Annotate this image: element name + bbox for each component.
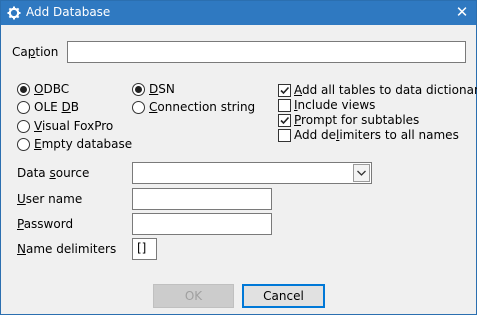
checkmark-icon [280, 86, 290, 95]
dsn-post: SN [158, 82, 175, 96]
opt2-accel: P [294, 113, 302, 127]
radio-ole-db[interactable] [17, 101, 30, 114]
ds-pre: Data [17, 166, 50, 180]
checkmark-icon [280, 116, 290, 125]
radio-connection-string-label: Connection string [149, 100, 255, 114]
checkbox-include-views[interactable] [278, 99, 291, 112]
caption-label: Caption [12, 45, 58, 59]
pw-post: assword [23, 217, 74, 231]
opt3-post: imiters to all names [339, 128, 459, 142]
opt2-post: rompt for subtables [301, 113, 420, 127]
dsn-accel: D [149, 82, 159, 96]
name-delimiters-label: Name delimiters [17, 242, 116, 256]
gear-icon [7, 6, 21, 20]
checkbox-prompt-subtables-label: Prompt for subtables [294, 113, 419, 127]
oledb-pre: OLE [34, 100, 62, 114]
radio-visual-foxpro[interactable] [17, 120, 30, 133]
radio-odbc[interactable] [17, 83, 30, 96]
oledb-post: B [70, 100, 80, 114]
window-title: Add Database [26, 5, 111, 19]
radio-dsn[interactable] [132, 83, 145, 96]
checkbox-prompt-subtables[interactable] [278, 114, 291, 127]
nd-post: ame delimiters [25, 242, 117, 256]
un-accel: U [17, 192, 26, 206]
vfp-accel: V [34, 119, 42, 133]
pw-accel: P [17, 217, 24, 231]
radio-odbc-label: ODBC [34, 82, 69, 96]
password-label: Password [17, 217, 73, 231]
connstr-post: onnection string [157, 100, 256, 114]
radio-dsn-label: DSN [149, 82, 175, 96]
dropdown-button[interactable] [353, 164, 370, 182]
caption-input[interactable] [67, 41, 466, 63]
checkbox-include-views-label: Include views [294, 98, 375, 112]
password-input[interactable] [132, 213, 272, 235]
ok-button[interactable]: OK [153, 284, 234, 308]
vfp-post: isual FoxPro [41, 119, 114, 133]
opt3-pre: Add de [294, 128, 337, 142]
radio-empty-database-label: Empty database [34, 137, 132, 151]
opt0-post: dd all tables to data dictionary [302, 83, 477, 97]
radio-visual-foxpro-label: Visual FoxPro [34, 119, 113, 133]
user-name-label: User name [17, 192, 82, 206]
chevron-down-icon [357, 170, 366, 176]
radio-empty-database[interactable] [17, 138, 30, 151]
title-bar: Add Database ✕ [1, 1, 476, 25]
checkbox-add-delimiters[interactable] [278, 129, 291, 142]
data-source-label: Data source [17, 166, 89, 180]
caption-label-text-b: tion [35, 45, 59, 59]
checkbox-add-all-tables[interactable] [278, 84, 291, 97]
checkbox-add-delimiters-label: Add delimiters to all names [294, 128, 459, 142]
user-name-input[interactable] [132, 188, 272, 210]
un-post: ser name [25, 192, 83, 206]
opt1-post: nclude views [297, 98, 376, 112]
data-source-combobox[interactable] [132, 162, 372, 184]
add-database-dialog: Add Database ✕ Caption ODBC OLE DB Visua… [0, 0, 477, 315]
empty-accel: E [34, 137, 42, 151]
empty-post: mpty database [41, 137, 133, 151]
odbc-post: DBC [43, 82, 70, 96]
ds-post: ource [55, 166, 90, 180]
checkbox-add-all-tables-label: Add all tables to data dictionary [294, 83, 477, 97]
cancel-button[interactable]: Cancel [242, 284, 325, 308]
oledb-accel: D [61, 100, 71, 114]
nd-accel: N [17, 242, 26, 256]
radio-ole-db-label: OLE DB [34, 100, 79, 114]
opt0-accel: A [294, 83, 302, 97]
caption-label-text-a: Ca [12, 45, 28, 59]
radio-connection-string[interactable] [132, 101, 145, 114]
close-icon[interactable]: ✕ [448, 1, 476, 25]
name-delimiters-input[interactable]: [] [132, 238, 157, 260]
